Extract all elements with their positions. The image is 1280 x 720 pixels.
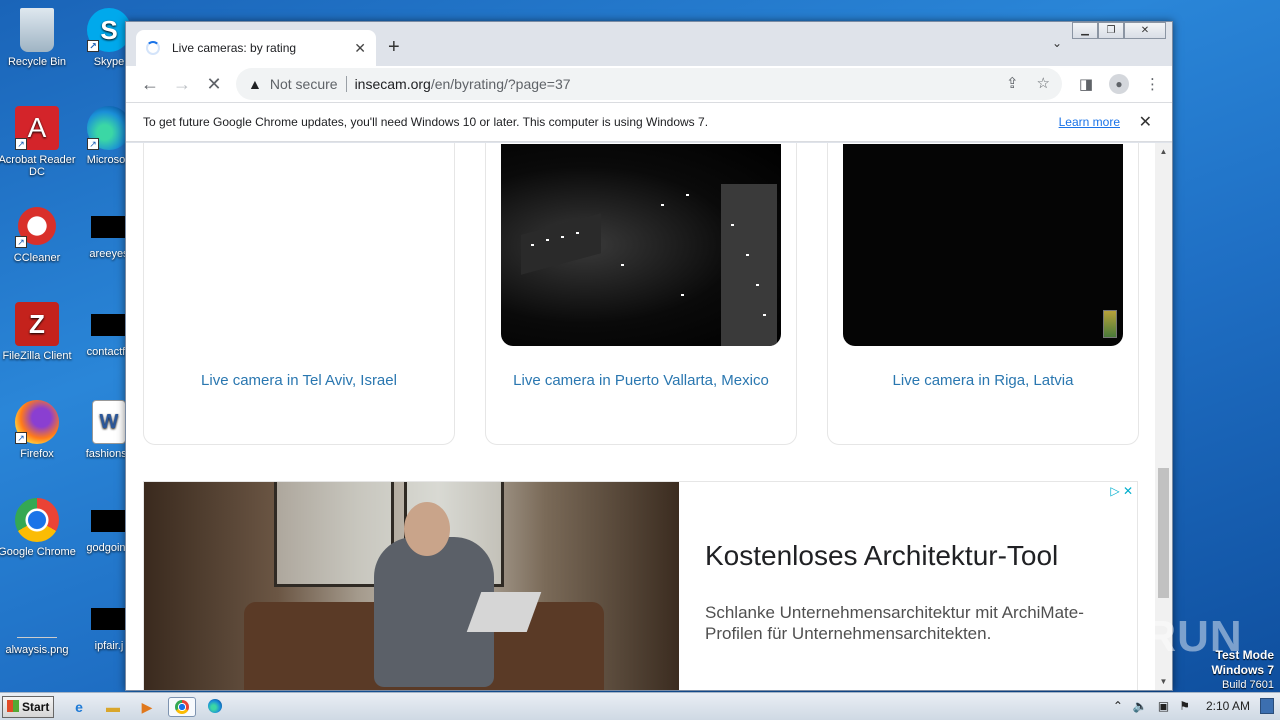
camera-thumbnail[interactable] (501, 144, 781, 346)
taskbar: Start e ▬ ▶ ⌃ 🔈 ▣ ⚑ 2:10 AM (0, 692, 1280, 720)
camera-thumbnail[interactable] (843, 144, 1123, 346)
advertisement[interactable]: ▷ ✕ Kostenloses Architektur-Tool Schlank… (143, 481, 1138, 690)
desktop-icon-label: Google Chrome (0, 546, 76, 558)
file-icon (91, 216, 127, 238)
desktop-icon-ccleaner[interactable]: ↗ CCleaner (0, 204, 76, 264)
desktop-icon-label: areeyes (89, 248, 129, 260)
scroll-up-arrow-icon[interactable]: ▲ (1155, 147, 1172, 156)
test-mode-line3: Build 7601 (1222, 679, 1274, 691)
camera-card[interactable]: Live camera in Tel Aviv, Israel (143, 143, 455, 445)
desktop-icon-label: Firefox (20, 448, 54, 460)
desktop-icon-firefox[interactable]: ↗ Firefox (0, 400, 76, 460)
menu-kebab-icon[interactable]: ⋮ (1145, 75, 1160, 93)
ad-choices-icon[interactable]: ▷ ✕ (1110, 484, 1133, 498)
word-icon: W (92, 400, 126, 444)
filezilla-icon: Z (15, 302, 59, 346)
test-mode-notice: Test Mode Windows 7 Build 7601 (1211, 648, 1274, 692)
desktop-icon-label: ipfair.j (94, 640, 124, 652)
address-bar[interactable]: ▲ Not secure insecam.org/en/byrating/?pa… (236, 68, 1062, 100)
image-file-icon (17, 612, 57, 638)
scroll-thumb[interactable] (1158, 468, 1169, 598)
camera-caption-link[interactable]: Live camera in Riga, Latvia (828, 372, 1138, 389)
desktop-icon-label: CCleaner (13, 252, 61, 264)
desktop-icon-filezilla[interactable]: Z FileZilla Client (0, 302, 76, 362)
url-path: /en/byrating/?page=37 (430, 76, 571, 92)
file-icon (91, 314, 127, 336)
network-icon[interactable]: ▣ (1158, 699, 1169, 713)
infobar-message: To get future Google Chrome updates, you… (143, 115, 709, 129)
camera-logo-icon (1103, 310, 1117, 338)
forward-button[interactable]: → (166, 74, 198, 95)
page-content: Live camera in Tel Aviv, Israel Live cam… (126, 143, 1155, 690)
camera-caption-link[interactable]: Live camera in Puerto Vallarta, Mexico (486, 372, 796, 389)
ad-image[interactable] (144, 482, 679, 690)
share-icon[interactable]: ⇪ (1006, 74, 1019, 92)
file-icon (91, 510, 127, 532)
desktop-icon-acrobat[interactable]: A ↗ Acrobat Reader DC (0, 106, 76, 178)
start-label: Start (22, 700, 50, 714)
profile-avatar-icon[interactable]: ● (1109, 74, 1129, 94)
edge-taskbar-icon[interactable] (204, 697, 226, 717)
ie-taskbar-icon[interactable]: e (68, 697, 90, 717)
tab-strip: Live cameras: by rating ✕ + ⌄ (126, 22, 1172, 66)
show-desktop-button[interactable] (1260, 698, 1274, 714)
desktop-icon-label: Acrobat Reader DC (0, 154, 76, 178)
infobar-close-icon[interactable]: ✕ (1139, 112, 1152, 132)
chrome-window: ▁ ❐ ✕ Live cameras: by rating ✕ + ⌄ ← → … (125, 21, 1173, 691)
camera-card[interactable]: Live camera in Puerto Vallarta, Mexico (485, 143, 797, 445)
media-player-taskbar-icon[interactable]: ▶ (136, 697, 158, 717)
chrome-icon (15, 498, 59, 542)
desktop-icon-label: Skype (93, 56, 125, 68)
tab-live-cameras[interactable]: Live cameras: by rating ✕ (136, 30, 376, 66)
learn-more-link[interactable]: Learn more (1059, 115, 1120, 129)
back-button[interactable]: ← (134, 74, 166, 95)
start-button[interactable]: Start (2, 696, 54, 718)
loading-spinner-icon (146, 41, 160, 55)
acrobat-icon: A ↗ (15, 106, 59, 150)
browser-toolbar: ← → ✕ ▲ Not secure insecam.org/en/byrati… (126, 66, 1172, 102)
desktop-icon-label: Recycle Bin (7, 56, 67, 68)
system-tray: ⌃ 🔈 ▣ ⚑ 2:10 AM (1113, 698, 1274, 714)
camera-thumbnail[interactable] (159, 144, 439, 346)
ccleaner-icon: ↗ (15, 204, 59, 248)
tab-title: Live cameras: by rating (172, 41, 297, 55)
scroll-down-arrow-icon[interactable]: ▼ (1155, 677, 1172, 686)
url-host: insecam.org (354, 76, 431, 92)
volume-icon[interactable]: 🔈 (1133, 699, 1148, 713)
desktop-icon-recycle-bin[interactable]: Recycle Bin (0, 8, 76, 68)
camera-card[interactable]: Live camera in Riga, Latvia (827, 143, 1139, 445)
page-scrollbar[interactable]: ▲ ▼ (1155, 143, 1172, 690)
windows-logo-icon (7, 700, 19, 712)
desktop-icon-chrome[interactable]: Google Chrome (0, 498, 76, 558)
recycle-bin-icon (20, 8, 54, 52)
ad-title[interactable]: Kostenloses Architektur-Tool (705, 540, 1058, 572)
tab-close-icon[interactable]: ✕ (354, 40, 366, 57)
desktop-icon-label: FileZilla Client (2, 350, 72, 362)
new-tab-button[interactable]: + (388, 36, 400, 59)
desktop-icon-label: alwaysis.png (5, 644, 69, 656)
stop-loading-button[interactable]: ✕ (198, 74, 230, 95)
chrome-taskbar-icon[interactable] (168, 697, 196, 717)
bookmark-star-icon[interactable]: ☆ (1037, 74, 1050, 92)
desktop-icon-alwaysis[interactable]: alwaysis.png (0, 612, 76, 656)
update-infobar: To get future Google Chrome updates, you… (126, 102, 1172, 142)
warning-icon[interactable]: ▲ (248, 76, 262, 92)
camera-caption-link[interactable]: Live camera in Tel Aviv, Israel (144, 372, 454, 389)
file-icon (91, 608, 127, 630)
not-secure-label[interactable]: Not secure (270, 76, 347, 92)
clock[interactable]: 2:10 AM (1206, 699, 1250, 713)
test-mode-line1: Test Mode (1215, 648, 1274, 662)
action-center-flag-icon[interactable]: ⚑ (1179, 699, 1190, 713)
side-panel-icon[interactable]: ◨ (1079, 75, 1093, 93)
tab-search-button[interactable]: ⌄ (1052, 36, 1062, 50)
explorer-taskbar-icon[interactable]: ▬ (102, 697, 124, 717)
firefox-icon: ↗ (15, 400, 59, 444)
test-mode-line2: Windows 7 (1211, 663, 1274, 677)
tray-expand-icon[interactable]: ⌃ (1113, 699, 1123, 713)
